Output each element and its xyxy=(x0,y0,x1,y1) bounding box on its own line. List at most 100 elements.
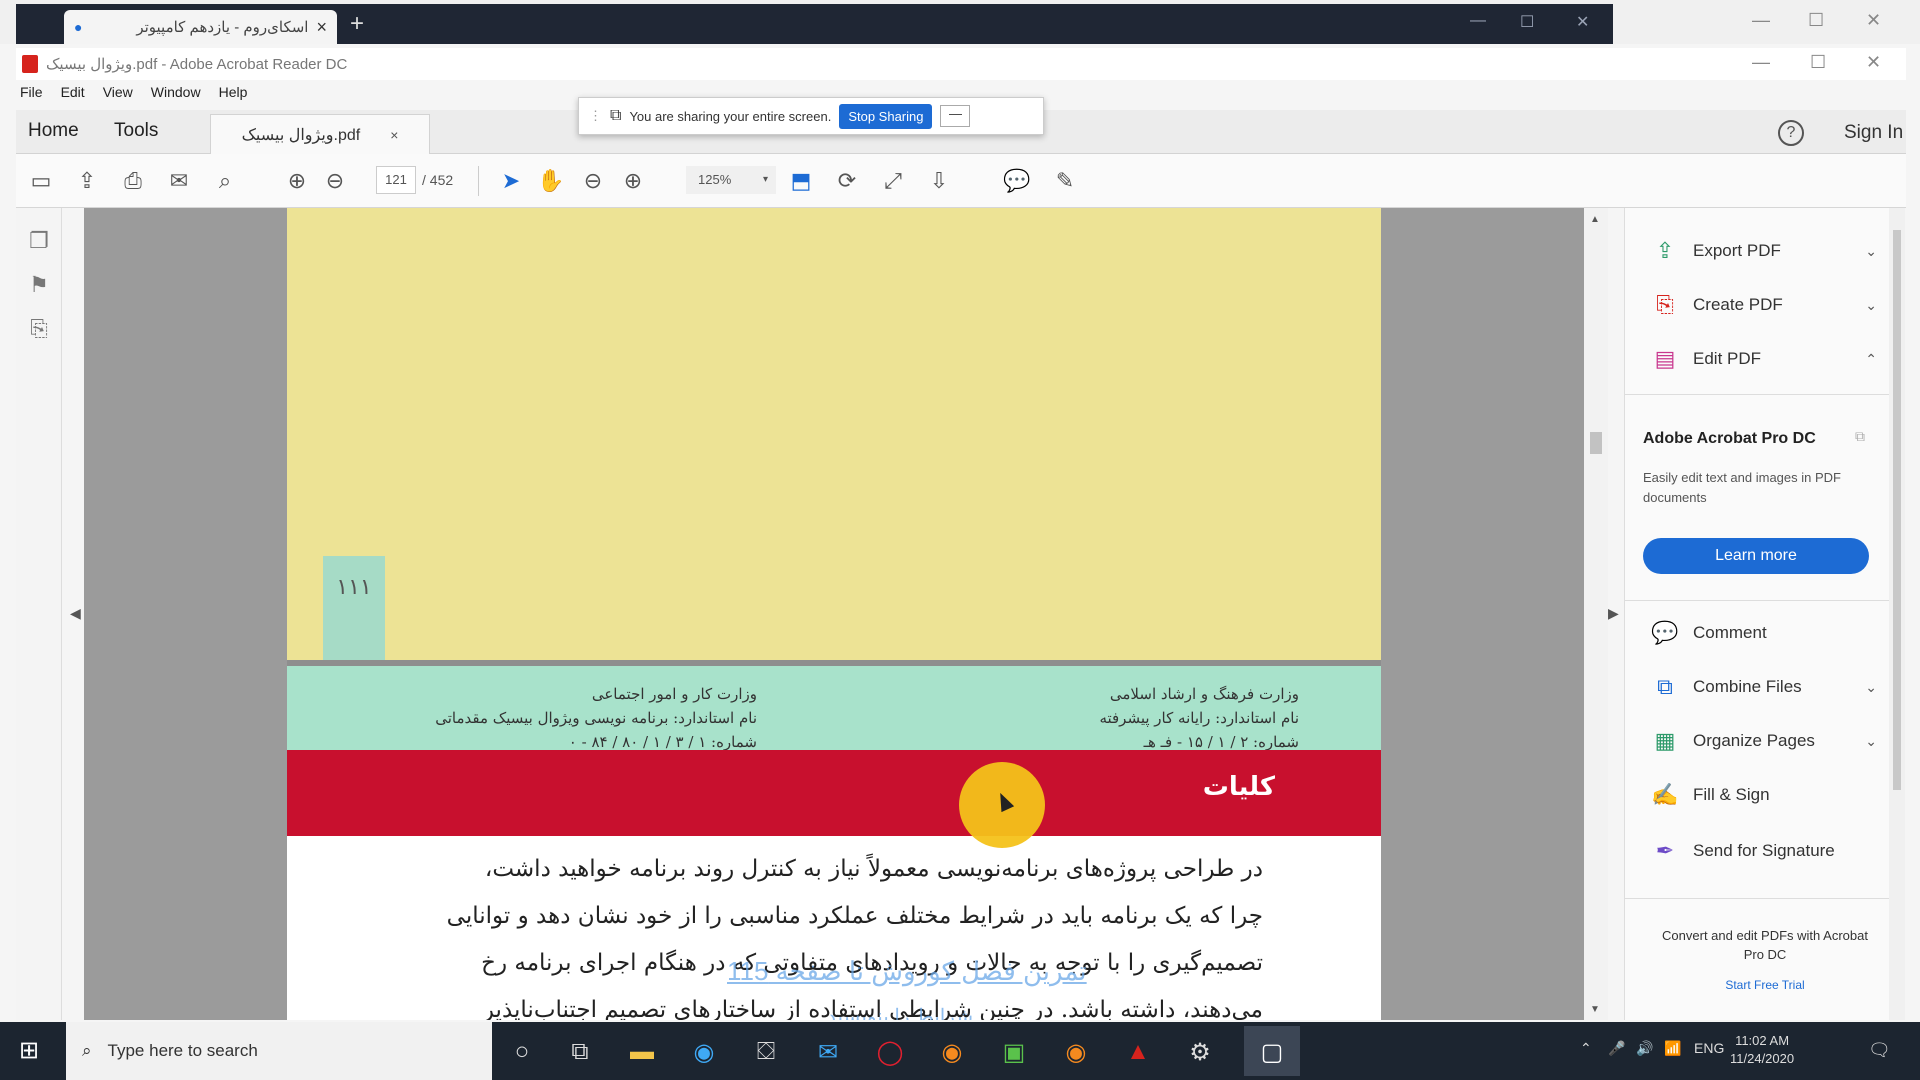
chevron-down-icon: ⌄ xyxy=(1865,732,1877,749)
firefox-icon[interactable]: ◉ xyxy=(934,1034,970,1070)
page-number-input[interactable]: 121 xyxy=(376,166,416,194)
zoom-in-icon[interactable]: ⊕ xyxy=(618,166,648,196)
scrollbar-thumb[interactable] xyxy=(1893,230,1901,790)
firefox-alt-icon[interactable]: ◉ xyxy=(1058,1034,1094,1070)
outer-minimize-icon[interactable]: — xyxy=(1752,10,1770,31)
bookmark-icon[interactable]: ⚑ xyxy=(24,270,54,300)
stop-sharing-button[interactable]: Stop Sharing xyxy=(839,103,933,129)
store-icon[interactable]: ⛋ xyxy=(748,1034,784,1070)
attachment-icon[interactable]: ⎘ xyxy=(24,314,54,344)
hide-banner-button[interactable]: — xyxy=(940,105,971,127)
draw-tool-icon[interactable]: ✎ xyxy=(1050,166,1080,196)
comment-tool-icon[interactable]: 💬 xyxy=(1002,166,1032,196)
app-maximize-icon[interactable]: ☐ xyxy=(1810,52,1826,73)
camtasia-recorder-icon[interactable]: ▢ xyxy=(1254,1034,1290,1070)
opera-icon[interactable]: ◯ xyxy=(872,1034,908,1070)
tab-home[interactable]: Home xyxy=(28,120,79,142)
close-icon[interactable]: × xyxy=(316,17,327,38)
divider xyxy=(1625,600,1905,601)
browser-tab[interactable]: ● اسکای‌روم - یازدهم کامپیوتر × xyxy=(64,10,337,44)
overlay-annotation-link[interactable]: تمرین فصل کوروش تا صفحه 115 xyxy=(727,956,1087,987)
app-title: ویژوال بیسیک.pdf - Adobe Acrobat Reader … xyxy=(46,56,348,73)
outer-close-icon[interactable]: ✕ xyxy=(1866,10,1881,31)
tools-pane-scrollbar[interactable] xyxy=(1889,208,1905,1020)
tool-organize-pages[interactable]: ▦ Organize Pages ⌄ xyxy=(1651,724,1877,758)
search-icon[interactable]: ⌕ xyxy=(210,166,240,196)
promo-link-icon[interactable]: ⧉ xyxy=(1855,428,1865,445)
outer-maximize-icon[interactable]: ☐ xyxy=(1808,10,1824,31)
menu-bar: File Edit View Window Help xyxy=(16,84,247,106)
show-hidden-icons-icon[interactable]: ⌃ xyxy=(1580,1040,1592,1057)
mail-icon[interactable]: ✉ xyxy=(810,1034,846,1070)
browser-minimize-icon[interactable]: — xyxy=(1470,12,1486,30)
zoom-select[interactable]: 125% ▾ xyxy=(686,166,776,194)
upload-icon[interactable]: ⇪ xyxy=(72,166,102,196)
edge-browser-icon[interactable]: ◉ xyxy=(686,1034,722,1070)
tab-document[interactable]: ویژوال بیسیک.pdf × xyxy=(210,114,430,154)
network-app-icon[interactable]: ⚙ xyxy=(1182,1034,1218,1070)
help-icon[interactable]: ? xyxy=(1778,120,1804,146)
taskbar-search[interactable]: ⌕ Type here to search xyxy=(66,1022,492,1080)
drag-handle-icon[interactable]: ⋮ xyxy=(589,108,602,124)
volume-icon[interactable]: 🔊 xyxy=(1636,1040,1653,1057)
microphone-icon[interactable]: 🎤 xyxy=(1608,1040,1625,1057)
notifications-icon[interactable]: 🗨 xyxy=(1868,1040,1891,1061)
left-rail: ❐ ⚑ ⎘ xyxy=(16,208,62,1020)
tool-edit-pdf[interactable]: ▤ Edit PDF ⌃ xyxy=(1651,342,1877,376)
scrollbar-thumb[interactable] xyxy=(1590,432,1602,454)
scroll-up-icon[interactable]: ▲ xyxy=(1590,214,1600,225)
new-tab-button[interactable]: + xyxy=(350,10,364,38)
hand-tool-icon[interactable]: ✋ xyxy=(536,166,566,196)
windows-start-icon[interactable]: ⊞ xyxy=(14,1036,44,1066)
full-screen-icon[interactable]: ⤢ xyxy=(878,166,908,196)
clock-date: 11/24/2020 xyxy=(1730,1051,1795,1066)
tool-comment[interactable]: 💬 Comment xyxy=(1651,616,1877,650)
tool-label: Send for Signature xyxy=(1693,841,1835,860)
file-explorer-icon[interactable]: ▬ xyxy=(624,1034,660,1070)
menu-window[interactable]: Window xyxy=(151,84,201,106)
document-scrollbar[interactable]: ▲ ▼ xyxy=(1584,208,1608,1020)
rotate-icon[interactable]: ⟳ xyxy=(832,166,862,196)
language-indicator[interactable]: ENG xyxy=(1694,1040,1724,1056)
app-close-icon[interactable]: ✕ xyxy=(1866,52,1881,73)
fit-page-icon[interactable]: ⬒ xyxy=(786,166,816,196)
email-icon[interactable]: ✉ xyxy=(164,166,194,196)
close-icon[interactable]: × xyxy=(390,127,398,143)
browser-close-icon[interactable]: ✕ xyxy=(1576,12,1589,32)
overlay-annotation-link-2[interactable]: شرایط را بنویسید xyxy=(827,1004,973,1020)
print-icon[interactable]: ⎙ xyxy=(118,166,148,196)
taskbar-clock[interactable]: 11:02 AM 11/24/2020 xyxy=(1730,1032,1794,1068)
collapse-left-icon[interactable]: ◀ xyxy=(70,605,81,622)
app-minimize-icon[interactable]: — xyxy=(1752,52,1770,73)
start-free-trial-link[interactable]: Start Free Trial xyxy=(1655,978,1875,992)
scroll-mode-icon[interactable]: ⇩ xyxy=(924,166,954,196)
tool-send-signature[interactable]: ✒ Send for Signature xyxy=(1651,834,1877,868)
acrobat-taskbar-icon[interactable]: ▲ xyxy=(1120,1034,1156,1070)
collapse-right-icon[interactable]: ▶ xyxy=(1608,605,1619,622)
comment-icon: 💬 xyxy=(1651,620,1679,645)
tool-create-pdf[interactable]: ⎘ Create PDF ⌄ xyxy=(1651,288,1877,322)
sign-in-button[interactable]: Sign In xyxy=(1844,122,1903,144)
menu-help[interactable]: Help xyxy=(219,84,248,106)
select-cursor-icon[interactable]: ➤ xyxy=(496,166,526,196)
task-view-icon[interactable]: ⧉ xyxy=(562,1034,598,1070)
zoom-out-icon[interactable]: ⊖ xyxy=(578,166,608,196)
next-page-icon[interactable]: ⊖ xyxy=(320,166,350,196)
scroll-down-icon[interactable]: ▼ xyxy=(1590,1004,1600,1015)
menu-edit[interactable]: Edit xyxy=(61,84,85,106)
page-thumbnails-icon[interactable]: ❐ xyxy=(24,226,54,256)
cortana-icon[interactable]: ○ xyxy=(504,1034,540,1070)
tool-combine-files[interactable]: ⧉ Combine Files ⌄ xyxy=(1651,670,1877,704)
camtasia-icon[interactable]: ▣ xyxy=(996,1034,1032,1070)
tool-fill-sign[interactable]: ✍ Fill & Sign xyxy=(1651,778,1877,812)
save-icon[interactable]: ▭ xyxy=(26,166,56,196)
previous-page-icon[interactable]: ⊕ xyxy=(282,166,312,196)
network-icon[interactable]: 📶 xyxy=(1664,1040,1681,1057)
browser-maximize-icon[interactable]: ☐ xyxy=(1520,12,1534,32)
menu-view[interactable]: View xyxy=(103,84,133,106)
learn-more-button[interactable]: Learn more xyxy=(1643,538,1869,574)
tab-tools[interactable]: Tools xyxy=(114,120,158,142)
tool-export-pdf[interactable]: ⇪ Export PDF ⌄ xyxy=(1651,234,1877,268)
document-viewport[interactable]: ۱۱۱ وزارت فرهنگ و ارشاد اسلامی نام استان… xyxy=(84,208,1586,1020)
menu-file[interactable]: File xyxy=(20,84,43,106)
